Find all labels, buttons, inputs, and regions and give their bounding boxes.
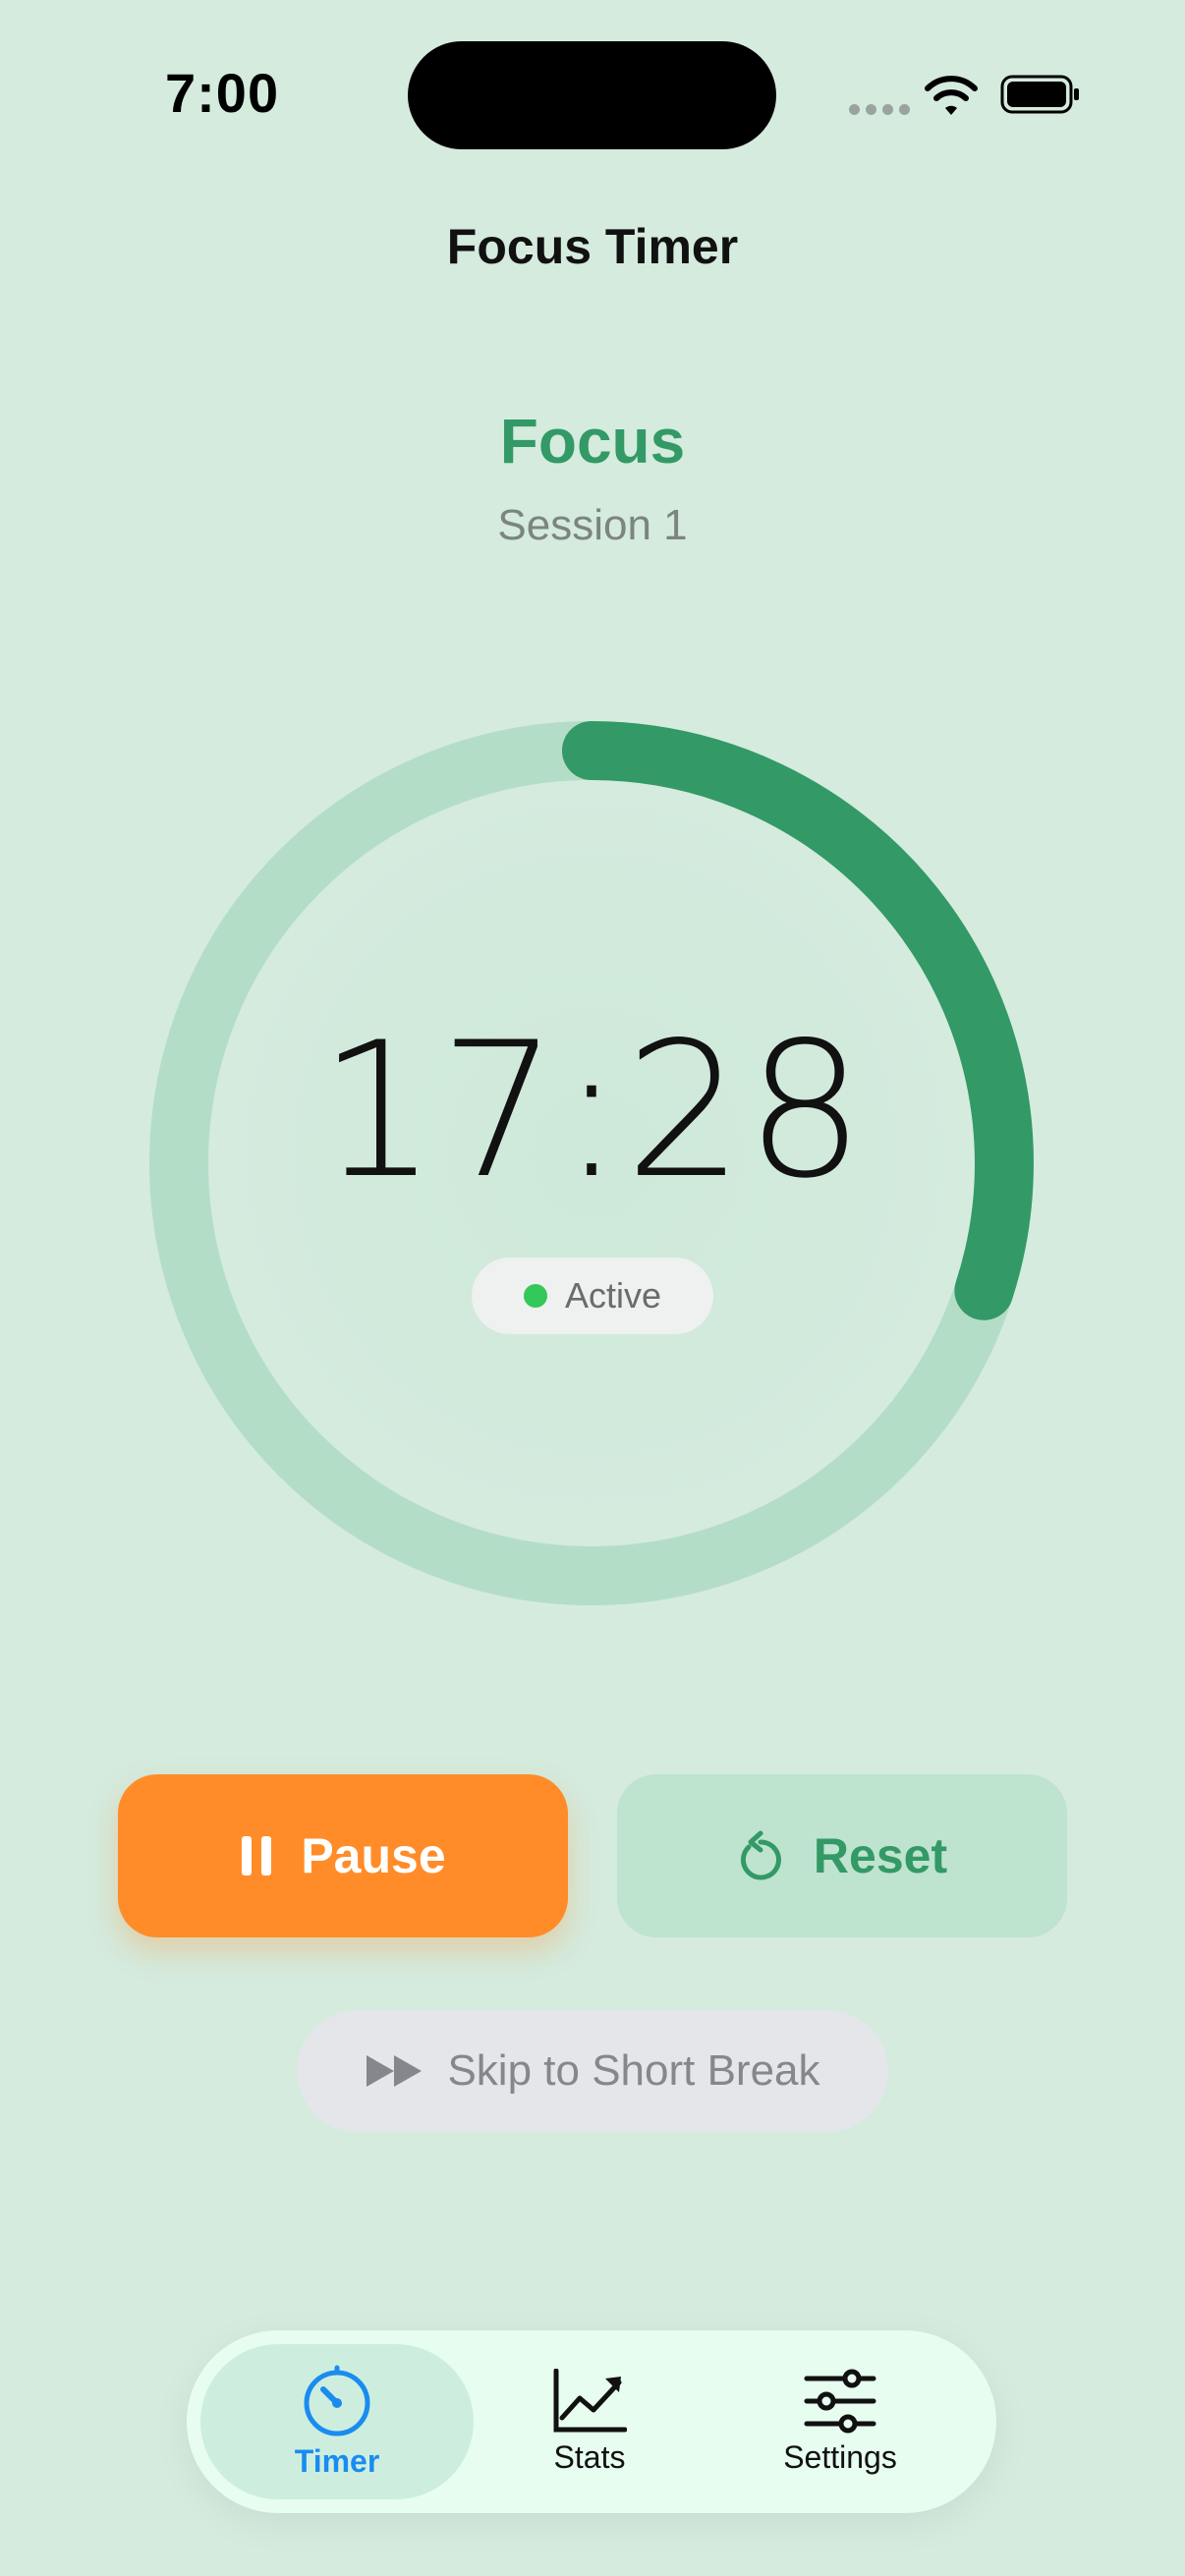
tab-timer[interactable]: Timer (200, 2344, 474, 2499)
tab-stats-label: Stats (553, 2438, 626, 2475)
status-bar-time: 7:00 (165, 62, 280, 124)
wifi-icon (925, 76, 978, 115)
time-remaining-display: 17:28 (318, 1002, 867, 1219)
tab-settings-label: Settings (783, 2438, 897, 2475)
skip-button-label: Skip to Short Break (447, 2046, 820, 2095)
skip-to-break-button[interactable]: Skip to Short Break (297, 2010, 888, 2132)
pause-button-label: Pause (301, 1828, 446, 1883)
pause-icon (242, 1836, 272, 1876)
cellular-signal-icon (849, 104, 910, 115)
tab-bar: Timer Stats Settings (187, 2330, 996, 2513)
reset-button[interactable]: Reset (617, 1774, 1067, 1937)
session-mode-label: Focus (499, 406, 686, 476)
battery-icon (1000, 75, 1079, 114)
tab-settings[interactable]: Settings (698, 2344, 983, 2499)
chart-icon (553, 2368, 627, 2432)
reset-button-label: Reset (813, 1828, 948, 1883)
tab-stats[interactable]: Stats (491, 2344, 688, 2499)
status-dot-icon (523, 1284, 547, 1308)
page-title: Focus Timer (446, 219, 739, 274)
tab-timer-label: Timer (294, 2442, 380, 2479)
pause-button[interactable]: Pause (118, 1774, 568, 1937)
status-badge: Active (472, 1258, 713, 1334)
sliders-icon (804, 2369, 876, 2433)
dynamic-island (408, 41, 776, 149)
reset-icon (740, 1830, 781, 1880)
session-number-label: Session 1 (497, 501, 688, 549)
timer-icon (304, 2365, 370, 2436)
fast-forward-icon (367, 2055, 423, 2087)
status-badge-label: Active (564, 1275, 662, 1316)
